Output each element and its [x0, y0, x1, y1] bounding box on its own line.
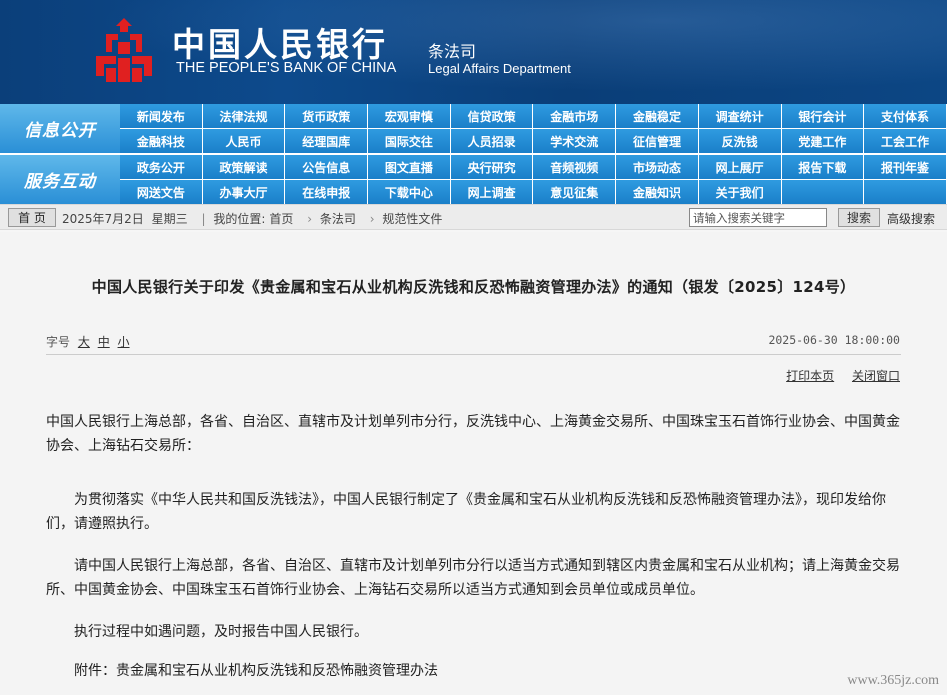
body-paragraph: 为贯彻落实《中华人民共和国反洗钱法》，中国人民银行制定了《贵金属和宝石从业机构反…	[46, 492, 886, 532]
breadcrumb-current[interactable]: 规范性文件	[382, 212, 442, 226]
breadcrumb: 2025年7月2日 星期三 | 我的位置: 首页 › 条法司 › 规范性文件	[62, 210, 446, 227]
divider: |	[201, 212, 206, 226]
nav-item[interactable]: 政策解读	[202, 155, 286, 179]
department-name-cn: 条法司	[428, 42, 477, 61]
nav-row: 金融科技 人民币 经理国库 国际交往 人员招录 学术交流 征信管理 反洗钱 党建…	[120, 129, 947, 153]
nav-item[interactable]: 支付体系	[864, 104, 947, 128]
search-button[interactable]: 搜索	[838, 208, 880, 227]
nav-item[interactable]: 金融市场	[533, 104, 617, 128]
nav-item[interactable]: 经理国库	[285, 129, 369, 153]
nav-item[interactable]: 在线申报	[285, 180, 369, 204]
nav-item[interactable]: 公告信息	[285, 155, 369, 179]
nav-item[interactable]: 学术交流	[533, 129, 617, 153]
nav-item[interactable]: 金融科技	[120, 129, 203, 153]
nav-item[interactable]: 人员招录	[450, 129, 534, 153]
nav-item[interactable]: 意见征集	[533, 180, 617, 204]
nav-item[interactable]: 宏观审慎	[368, 104, 451, 128]
nav-item[interactable]: 金融稳定	[616, 104, 699, 128]
bank-name-en: THE PEOPLE'S BANK OF CHINA	[176, 60, 397, 76]
nav-item[interactable]: 调查统计	[698, 104, 782, 128]
addressees: 中国人民银行上海总部，各省、自治区、直辖市及计划单列市分行，反洗钱中心、上海黄金…	[46, 414, 900, 454]
article-container: 中国人民银行关于印发《贵金属和宝石从业机构反洗钱和反恐怖融资管理办法》的通知（银…	[0, 232, 947, 695]
chevron-right-icon: ›	[369, 212, 375, 226]
article-actions: 打印本页 关闭窗口	[772, 367, 900, 384]
nav-item-empty	[781, 180, 865, 204]
main-navigation: 信息公开 新闻发布 法律法规 货币政策 宏观审慎 信贷政策 金融市场 金融稳定 …	[0, 104, 947, 204]
bank-name-cn: 中国人民银行	[172, 25, 388, 64]
nav-item[interactable]: 法律法规	[202, 104, 286, 128]
nav-item[interactable]: 网送文告	[120, 180, 203, 204]
nav-item[interactable]: 政务公开	[120, 155, 203, 179]
nav-row: 新闻发布 法律法规 货币政策 宏观审慎 信贷政策 金融市场 金融稳定 调查统计 …	[120, 104, 947, 128]
nav-item[interactable]: 党建工作	[781, 129, 865, 153]
nav-item[interactable]: 报告下载	[781, 155, 865, 179]
nav-item[interactable]: 征信管理	[616, 129, 699, 153]
nav-group-label: 服务互动	[0, 155, 120, 204]
font-medium-link[interactable]: 中	[98, 335, 110, 349]
publish-datetime: 2025-06-30 18:00:00	[768, 333, 900, 347]
nav-item[interactable]: 网上展厅	[698, 155, 782, 179]
nav-group-service-interaction: 服务互动 政务公开 政策解读 公告信息 图文直播 央行研究 音频视频 市场动态 …	[0, 155, 947, 204]
chevron-right-icon: ›	[307, 212, 313, 226]
font-size-label: 字号	[46, 335, 71, 349]
body-paragraph: 请中国人民银行上海总部，各省、自治区、直辖市及计划单列市分行以适当方式通知到辖区…	[46, 558, 900, 598]
nav-item[interactable]: 央行研究	[450, 155, 534, 179]
nav-item[interactable]: 办事大厅	[202, 180, 286, 204]
print-link[interactable]: 打印本页	[786, 369, 834, 383]
pboc-logo-icon[interactable]	[88, 16, 160, 84]
nav-item[interactable]: 金融知识	[616, 180, 699, 204]
nav-item-empty	[864, 180, 947, 204]
breadcrumb-dept-link[interactable]: 条法司	[320, 212, 356, 226]
breadcrumb-home-link[interactable]: 首页	[269, 212, 293, 226]
nav-item[interactable]: 网上调查	[450, 180, 534, 204]
nav-group-label: 信息公开	[0, 104, 120, 153]
nav-row: 网送文告 办事大厅 在线申报 下载中心 网上调查 意见征集 金融知识 关于我们	[120, 180, 947, 204]
info-bar: 首 页 2025年7月2日 星期三 | 我的位置: 首页 › 条法司 › 规范性文…	[0, 204, 947, 230]
close-window-link[interactable]: 关闭窗口	[852, 369, 900, 383]
location-prefix: 我的位置:	[213, 212, 266, 226]
nav-item[interactable]: 图文直播	[368, 155, 451, 179]
nav-item[interactable]: 新闻发布	[120, 104, 203, 128]
nav-item[interactable]: 银行会计	[781, 104, 865, 128]
current-date: 2025年7月2日	[62, 212, 144, 226]
attachment-link[interactable]: 附件：贵金属和宝石从业机构反洗钱和反恐怖融资管理办法	[46, 659, 901, 683]
nav-item[interactable]: 下载中心	[368, 180, 451, 204]
nav-rows: 政务公开 政策解读 公告信息 图文直播 央行研究 音频视频 市场动态 网上展厅 …	[120, 155, 947, 204]
watermark: www.365jz.com	[847, 673, 939, 688]
nav-item[interactable]: 反洗钱	[698, 129, 782, 153]
nav-item[interactable]: 信贷政策	[450, 104, 534, 128]
nav-item[interactable]: 人民币	[202, 129, 286, 153]
page-title: 中国人民银行关于印发《贵金属和宝石从业机构反洗钱和反恐怖融资管理办法》的通知（银…	[91, 278, 856, 296]
nav-item[interactable]: 音频视频	[533, 155, 617, 179]
current-weekday: 星期三	[151, 212, 188, 226]
nav-item[interactable]: 关于我们	[698, 180, 782, 204]
body-paragraph: 执行过程中如遇问题，及时报告中国人民银行。	[74, 624, 368, 640]
divider	[46, 354, 901, 355]
font-large-link[interactable]: 大	[78, 335, 90, 349]
nav-group-info-disclosure: 信息公开 新闻发布 法律法规 货币政策 宏观审慎 信贷政策 金融市场 金融稳定 …	[0, 104, 947, 153]
home-button[interactable]: 首 页	[8, 208, 56, 227]
site-header: 中国人民银行 THE PEOPLE'S BANK OF CHINA 条法司 Le…	[0, 0, 947, 104]
search-input[interactable]	[689, 208, 827, 227]
nav-item[interactable]: 国际交往	[368, 129, 451, 153]
nav-item[interactable]: 市场动态	[616, 155, 699, 179]
department-name-en: Legal Affairs Department	[428, 61, 571, 76]
nav-rows: 新闻发布 法律法规 货币政策 宏观审慎 信贷政策 金融市场 金融稳定 调查统计 …	[120, 104, 947, 153]
font-small-link[interactable]: 小	[118, 335, 130, 349]
nav-item[interactable]: 报刊年鉴	[864, 155, 947, 179]
nav-item[interactable]: 货币政策	[285, 104, 369, 128]
advanced-search-link[interactable]: 高级搜索	[887, 210, 935, 227]
nav-item[interactable]: 工会工作	[864, 129, 947, 153]
nav-row: 政务公开 政策解读 公告信息 图文直播 央行研究 音频视频 市场动态 网上展厅 …	[120, 155, 947, 179]
font-size-control: 字号 大 中 小	[46, 333, 130, 350]
